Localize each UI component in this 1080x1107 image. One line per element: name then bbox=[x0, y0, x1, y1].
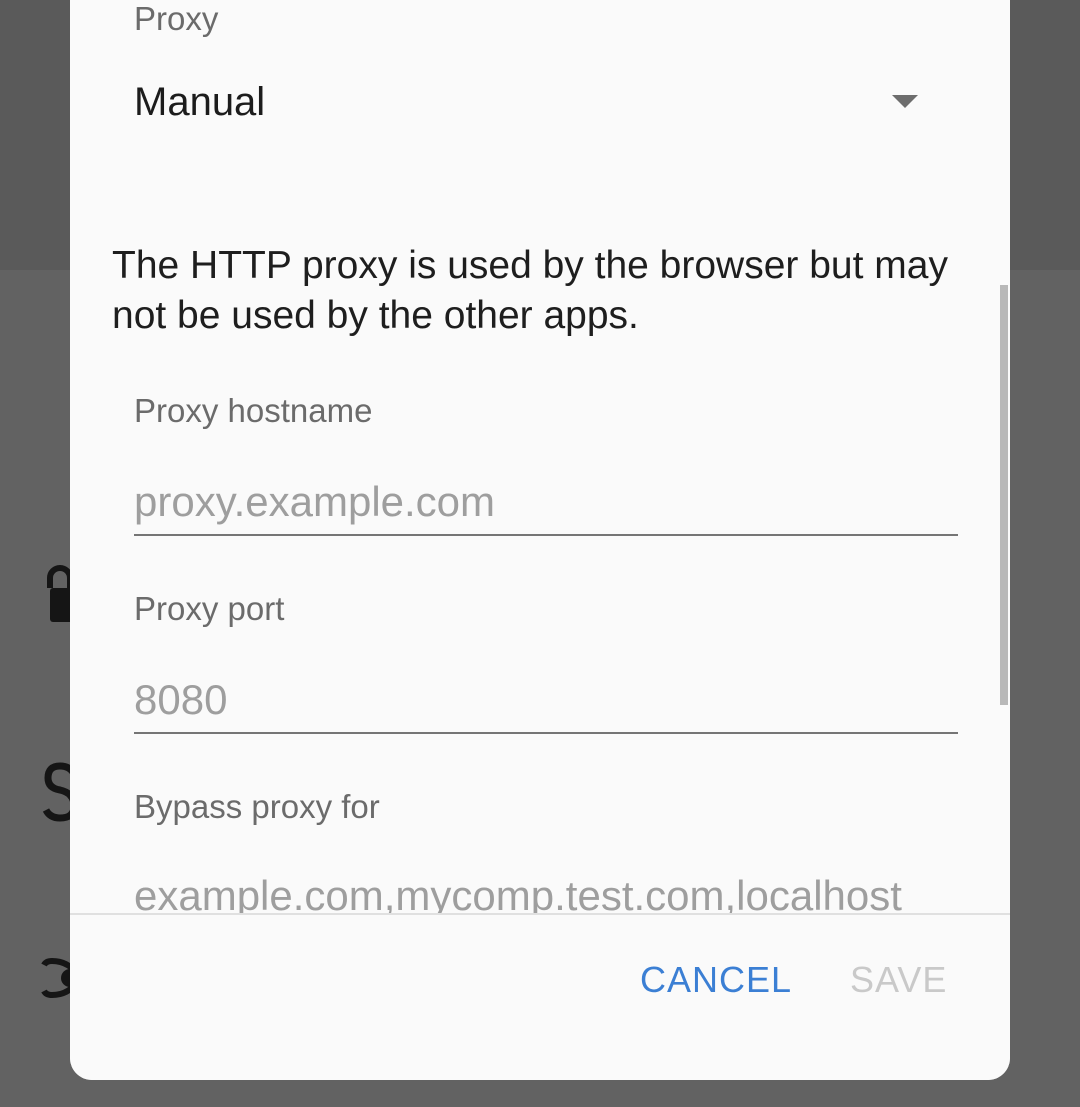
proxy-info-text: The HTTP proxy is used by the browser bu… bbox=[112, 244, 948, 337]
bypass-proxy-label: Bypass proxy for bbox=[134, 788, 380, 825]
dialog-action-bar: CANCEL SAVE bbox=[70, 913, 1010, 1080]
proxy-type-value: Manual bbox=[134, 80, 266, 124]
save-button[interactable]: SAVE bbox=[850, 959, 947, 1001]
proxy-hostname-label: Proxy hostname bbox=[134, 392, 373, 429]
proxy-port-input[interactable] bbox=[134, 668, 958, 734]
proxy-port-label: Proxy port bbox=[134, 590, 285, 627]
proxy-settings-dialog: Proxy Manual The HTTP proxy is used by t… bbox=[70, 0, 1010, 1080]
dropdown-arrow-icon[interactable] bbox=[892, 95, 918, 108]
cancel-button[interactable]: CANCEL bbox=[640, 959, 792, 1001]
proxy-hostname-input[interactable] bbox=[134, 470, 958, 536]
proxy-label: Proxy bbox=[134, 0, 219, 37]
dialog-scrollbar[interactable] bbox=[1000, 285, 1008, 705]
